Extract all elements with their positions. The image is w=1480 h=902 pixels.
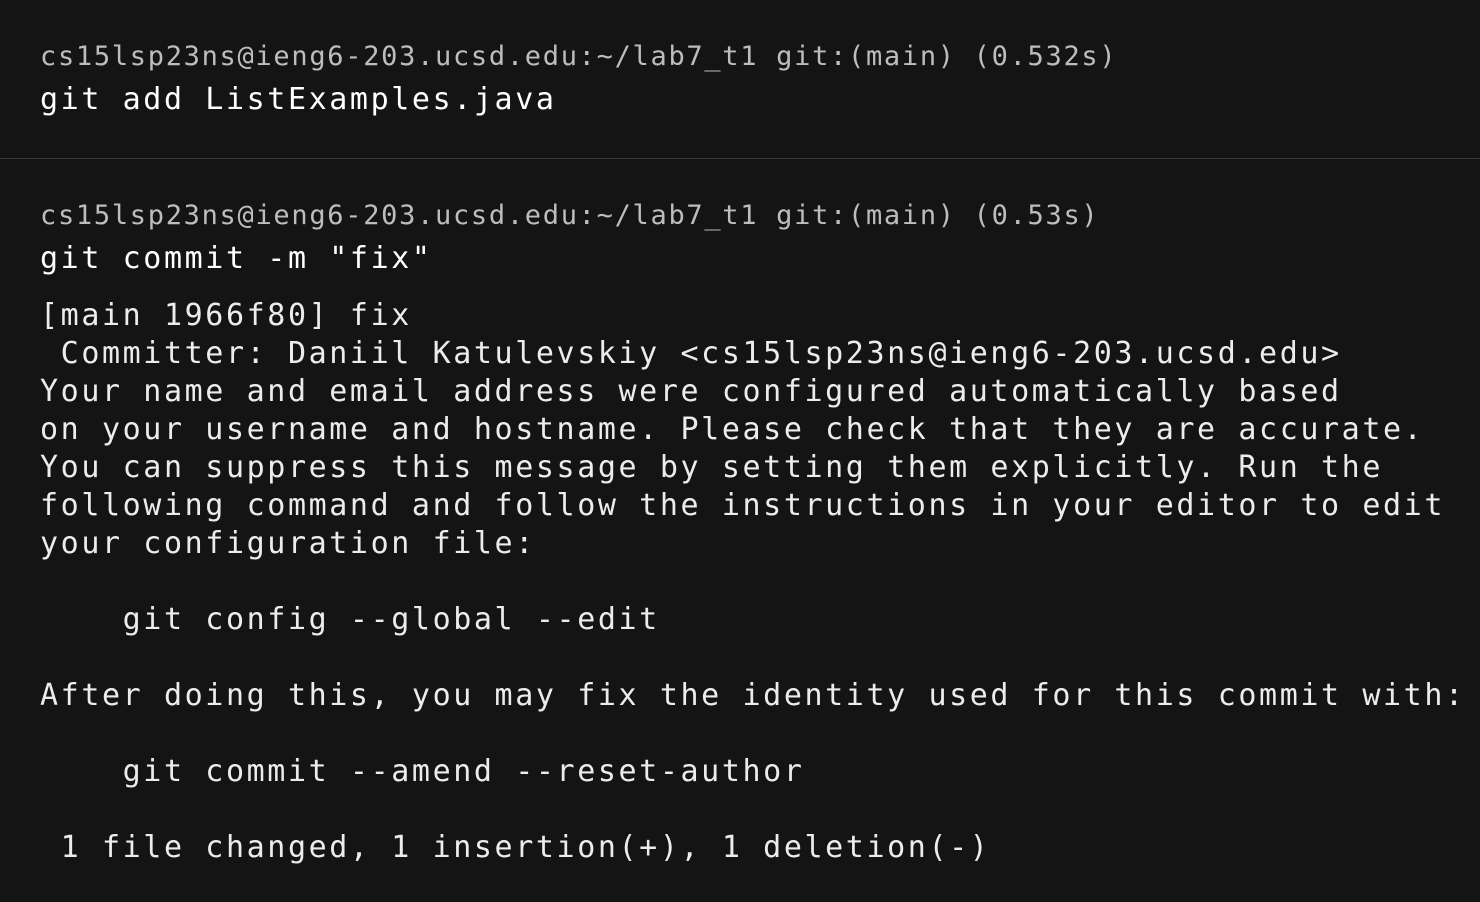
output-line: [main 1966f80] fix: [40, 298, 412, 333]
output-line: on your username and hostname. Please ch…: [40, 412, 1425, 447]
terminal-window[interactable]: cs15lsp23ns@ieng6-203.ucsd.edu:~/lab7_t1…: [0, 0, 1480, 902]
prompt-line: cs15lsp23ns@ieng6-203.ucsd.edu:~/lab7_t1…: [40, 200, 1100, 231]
output-line: your configuration file:: [40, 526, 536, 561]
output-line: You can suppress this message by setting…: [40, 450, 1383, 485]
command-line: git commit -m "fix": [40, 241, 433, 276]
command-line: git add ListExamples.java: [40, 82, 557, 117]
command-block-git-commit[interactable]: cs15lsp23ns@ieng6-203.ucsd.edu:~/lab7_t1…: [0, 159, 1480, 902]
output-line: git config --global --edit: [40, 602, 660, 637]
output-line: After doing this, you may fix the identi…: [40, 678, 1466, 713]
output-line: Committer: Daniil Katulevskiy <cs15lsp23…: [40, 336, 1342, 371]
command-block-git-add[interactable]: cs15lsp23ns@ieng6-203.ucsd.edu:~/lab7_t1…: [0, 0, 1480, 158]
prompt-line: cs15lsp23ns@ieng6-203.ucsd.edu:~/lab7_t1…: [40, 41, 1118, 72]
output-line: following command and follow the instruc…: [40, 488, 1445, 523]
output-line: Your name and email address were configu…: [40, 374, 1342, 409]
output-line: 1 file changed, 1 insertion(+), 1 deleti…: [40, 830, 991, 865]
output-line: git commit --amend --reset-author: [40, 754, 805, 789]
